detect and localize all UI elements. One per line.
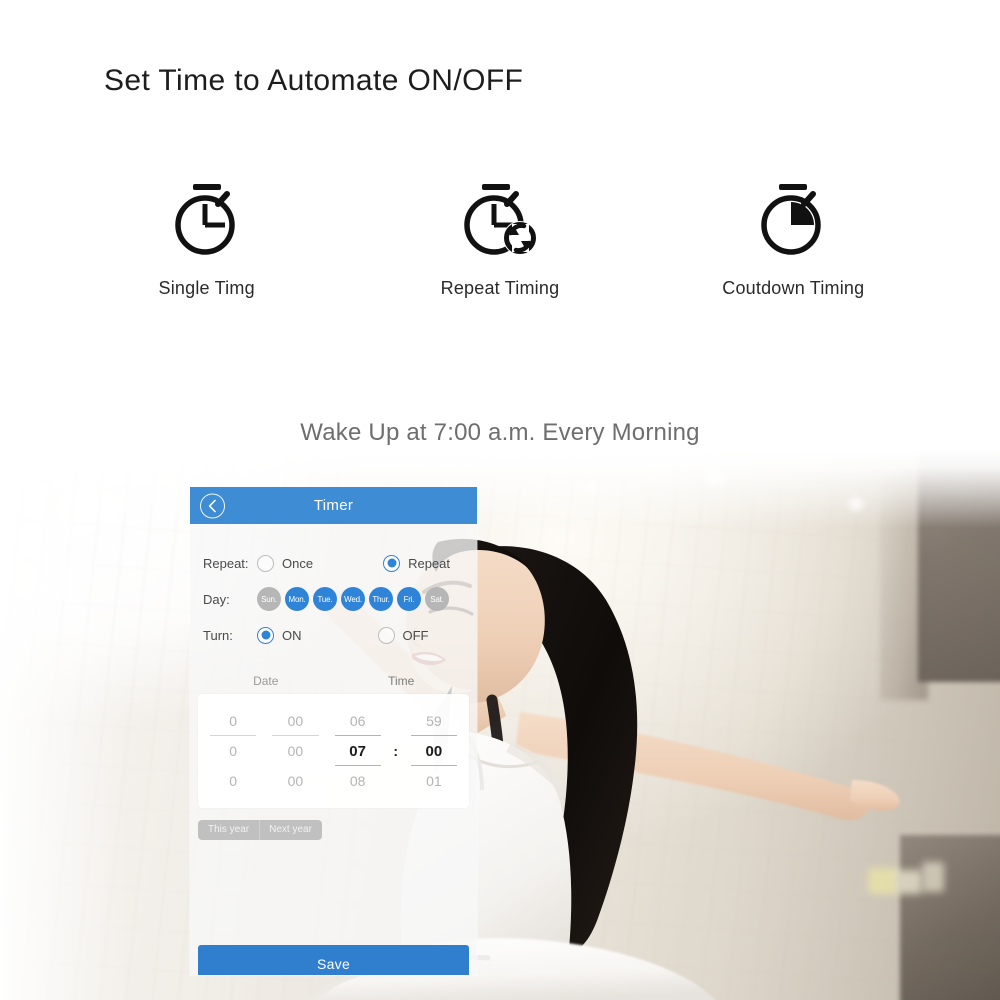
timer-panel-body: Repeat: Once Repeat Day: Sun. Mon. Tue. [190, 546, 477, 975]
picker-date-b-prev[interactable]: 00 [264, 706, 326, 736]
picker-minute-next[interactable]: 01 [403, 766, 465, 796]
picker-date-b-next[interactable]: 00 [264, 766, 326, 796]
feature-label: Repeat Timing [440, 278, 560, 298]
picker-colon-spacer [389, 706, 403, 736]
turn-option-off[interactable]: OFF [377, 626, 429, 644]
turn-option-on[interactable]: ON [257, 626, 302, 644]
segment-this-year[interactable]: This year [198, 820, 259, 840]
picker-date-a-prev[interactable]: 0 [202, 706, 264, 736]
day-pill-sun[interactable]: Sun. [257, 587, 281, 611]
segment-next-year[interactable]: Next year [259, 820, 322, 840]
picker-header-time: Time [388, 674, 415, 688]
day-row: Day: Sun. Mon. Tue. Wed. Thur. Fri. Sat. [190, 582, 477, 616]
year-segmented-control: This year Next year [198, 820, 322, 840]
datetime-picker[interactable]: 0 00 06 59 0 00 07 : 00 0 00 08 01 [198, 694, 469, 808]
radio-off[interactable] [377, 626, 395, 644]
day-pill-thur[interactable]: Thur. [369, 587, 393, 611]
stopwatch-countdown-icon [761, 184, 822, 255]
radio-once[interactable] [257, 554, 274, 572]
radio-on-label: ON [282, 627, 302, 643]
picker-colon-spacer [389, 766, 403, 796]
bedroom-photo [0, 450, 1000, 1000]
stopwatch-icon [174, 184, 235, 255]
picker-date-a-selected[interactable]: 0 [202, 736, 264, 766]
picker-time-separator: : [393, 743, 399, 759]
day-pill-fri[interactable]: Fri. [397, 587, 421, 611]
stopwatch-repeat-icon [464, 184, 537, 255]
repeat-option-once[interactable]: Once [257, 554, 314, 572]
feature-repeat-timing: Repeat Timing [370, 180, 630, 299]
feature-label: Single Timg [158, 278, 255, 298]
day-pill-wed[interactable]: Wed. [341, 587, 365, 611]
picker-grid: 0 00 06 59 0 00 07 : 00 0 00 08 01 [202, 706, 465, 796]
page-root: Set Time to Automate ON/OFF Single Timg [0, 0, 1000, 1000]
picker-hour-selected[interactable]: 07 [327, 736, 389, 766]
picker-date-b-selected[interactable]: 00 [264, 736, 326, 766]
day-pill-tue[interactable]: Tue. [313, 587, 337, 611]
picker-headers: Date Time [190, 674, 477, 688]
picker-minute-prev[interactable]: 59 [403, 706, 465, 736]
picker-hour-next[interactable]: 08 [327, 766, 389, 796]
feature-countdown-timing: Coutdown Timing [663, 180, 923, 299]
radio-repeat[interactable] [383, 554, 401, 572]
day-label: Day: [203, 591, 230, 607]
repeat-option-repeat[interactable]: Repeat [383, 554, 450, 572]
repeat-row: Repeat: Once Repeat [190, 546, 477, 580]
radio-repeat-label: Repeat [408, 555, 450, 571]
feature-label: Coutdown Timing [722, 278, 865, 298]
timer-panel-header: Timer [190, 487, 477, 524]
scene-subtitle: Wake Up at 7:00 a.m. Every Morning [300, 419, 700, 446]
picker-date-a-next[interactable]: 0 [202, 766, 264, 796]
picker-header-date: Date [253, 674, 279, 688]
panel-title: Timer [313, 497, 354, 514]
picker-minute-selected[interactable]: 00 [403, 736, 465, 766]
picker-hour-prev[interactable]: 06 [327, 706, 389, 736]
timer-panel: Timer Repeat: Once Repeat Day: Sun. Mon.… [190, 487, 477, 975]
day-pill-group: Sun. Mon. Tue. Wed. Thur. Fri. Sat. [257, 587, 449, 611]
back-button[interactable] [200, 493, 225, 518]
save-button-container: Save [198, 945, 469, 975]
feature-single-timing: Single Timg [77, 180, 337, 299]
radio-once-label: Once [282, 555, 314, 571]
feature-row: Single Timg Repeat Timing Coutdown Timin… [60, 180, 940, 299]
day-pill-mon[interactable]: Mon. [285, 587, 309, 611]
page-title: Set Time to Automate ON/OFF [104, 64, 524, 97]
photo-woman-stretching [303, 538, 900, 1000]
day-pill-sat[interactable]: Sat. [425, 587, 449, 611]
chevron-left-icon [208, 499, 216, 512]
repeat-label: Repeat: [203, 555, 249, 571]
turn-label: Turn: [203, 627, 233, 643]
save-button[interactable]: Save [198, 945, 469, 975]
radio-on[interactable] [257, 626, 274, 644]
turn-row: Turn: ON OFF [190, 618, 477, 652]
radio-off-label: OFF [402, 627, 429, 643]
